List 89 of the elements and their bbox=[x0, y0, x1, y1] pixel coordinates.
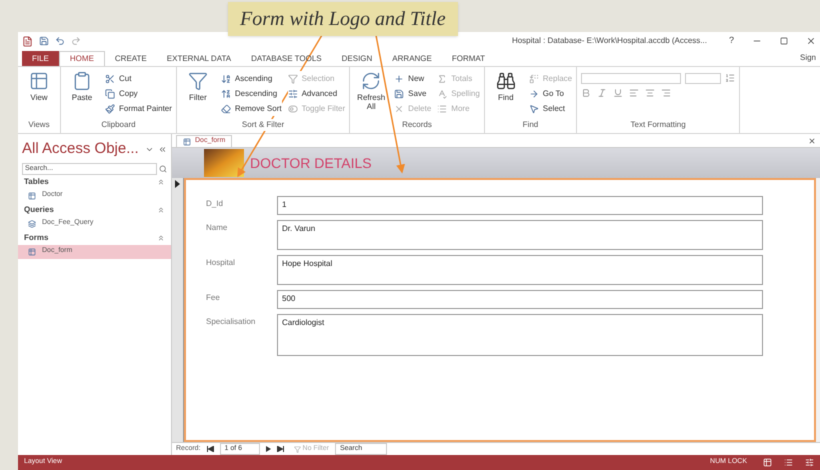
spellcheck-icon bbox=[437, 88, 448, 98]
sliders-icon bbox=[288, 88, 298, 98]
text-field[interactable]: 1 bbox=[277, 196, 763, 215]
binoculars-icon bbox=[496, 71, 516, 91]
list-icon[interactable] bbox=[725, 73, 736, 83]
group-header[interactable]: Queries bbox=[24, 204, 54, 216]
first-record-icon[interactable] bbox=[206, 446, 214, 452]
field-label: Specialisation bbox=[206, 316, 256, 328]
ribbon-tab[interactable]: FILE bbox=[22, 51, 59, 66]
callout-label: Form with Logo and Title bbox=[228, 2, 458, 36]
list-icon bbox=[437, 104, 448, 114]
underline-icon[interactable] bbox=[613, 88, 624, 98]
undo-icon[interactable] bbox=[55, 36, 65, 46]
funnel-icon bbox=[288, 74, 298, 84]
close-icon bbox=[394, 104, 404, 114]
ribbon-tab[interactable]: ARRANGE bbox=[382, 51, 442, 66]
field-label: Name bbox=[206, 222, 228, 234]
paintbrush-icon bbox=[105, 104, 115, 114]
sort-ascending-icon bbox=[220, 74, 231, 84]
maximize-icon[interactable] bbox=[780, 37, 788, 45]
text-field[interactable]: 500 bbox=[277, 290, 763, 309]
eraser-icon bbox=[220, 104, 231, 114]
scissors-icon bbox=[105, 74, 115, 84]
text-field[interactable]: Hope Hospital bbox=[277, 255, 763, 285]
ribbon-tab[interactable]: CREATE bbox=[104, 51, 157, 66]
query-icon bbox=[28, 220, 36, 228]
record-pointer-icon bbox=[175, 180, 180, 188]
form-title: DOCTOR DETAILS bbox=[250, 154, 372, 172]
ribbon-large-button[interactable]: Paste bbox=[65, 71, 99, 119]
form-view-icon[interactable] bbox=[763, 458, 772, 467]
arrow-icon bbox=[528, 88, 539, 98]
search-icon bbox=[159, 164, 167, 172]
sigma-icon bbox=[437, 74, 448, 84]
align-right-icon[interactable] bbox=[661, 88, 672, 98]
text-field[interactable]: Dr. Varun bbox=[277, 220, 763, 250]
collapse-icon[interactable] bbox=[157, 234, 165, 242]
ribbon-small-button[interactable]: Remove Sort bbox=[220, 101, 282, 116]
funnel-icon bbox=[294, 446, 301, 452]
clipboard-icon bbox=[72, 71, 92, 91]
field-label: Hospital bbox=[206, 257, 236, 269]
save-icon[interactable] bbox=[39, 36, 49, 46]
ribbon-large-button[interactable]: Find bbox=[488, 71, 523, 119]
sign-in-link[interactable]: Sign bbox=[800, 52, 816, 66]
close-icon[interactable] bbox=[808, 137, 816, 145]
layout-view-icon[interactable] bbox=[784, 458, 793, 467]
collapse-icon[interactable] bbox=[158, 144, 167, 154]
group-header[interactable]: Forms bbox=[24, 232, 48, 244]
sort-descending-icon bbox=[220, 88, 231, 98]
help-button[interactable]: ? bbox=[728, 34, 734, 48]
ribbon-large-button[interactable]: Refresh All bbox=[354, 71, 388, 119]
text-field[interactable]: Cardiologist bbox=[277, 314, 763, 356]
save-icon bbox=[394, 88, 404, 98]
copy-icon bbox=[105, 88, 115, 98]
align-center-icon[interactable] bbox=[645, 88, 656, 98]
pointer-icon bbox=[528, 104, 539, 114]
ribbon-tab[interactable]: DESIGN bbox=[332, 51, 382, 66]
field-label: Fee bbox=[206, 292, 221, 304]
collapse-icon[interactable] bbox=[157, 206, 165, 214]
table-icon bbox=[29, 71, 49, 91]
group-label: Text Formatting bbox=[630, 119, 686, 131]
collapse-icon[interactable] bbox=[157, 178, 165, 186]
plus-icon bbox=[394, 74, 404, 84]
last-record-icon[interactable] bbox=[276, 446, 284, 452]
bold-icon[interactable] bbox=[581, 88, 592, 98]
ribbon-tab[interactable]: FORMAT bbox=[442, 51, 496, 66]
align-left-icon[interactable] bbox=[629, 88, 640, 98]
close-icon[interactable] bbox=[806, 36, 816, 46]
table-icon bbox=[28, 192, 36, 200]
funnel-icon bbox=[188, 71, 208, 91]
form-icon bbox=[28, 248, 36, 256]
refresh-icon bbox=[361, 71, 382, 91]
design-view-icon[interactable] bbox=[805, 458, 814, 467]
app-icon bbox=[22, 36, 33, 46]
group-header[interactable]: Tables bbox=[24, 176, 49, 188]
group-label: Sort & Filter bbox=[242, 119, 284, 131]
form-icon bbox=[183, 138, 191, 146]
italic-icon[interactable] bbox=[597, 88, 608, 98]
ribbon-tab[interactable]: EXTERNAL DATA bbox=[156, 51, 242, 66]
window-title: Hospital : Database- E:\Work\Hospital.accdb (Access... bbox=[512, 35, 707, 47]
group-label: Clipboard bbox=[101, 119, 136, 131]
ribbon-large-button[interactable]: View bbox=[22, 71, 56, 119]
logo-image bbox=[204, 149, 244, 177]
ribbon-small-button[interactable]: Format Painter bbox=[105, 101, 172, 116]
ribbon-tab[interactable]: HOME bbox=[58, 51, 105, 66]
pane-title: All Access Obje... bbox=[22, 139, 139, 159]
next-record-icon[interactable] bbox=[266, 446, 271, 452]
toggle-icon bbox=[288, 104, 298, 114]
ribbon-large-button[interactable]: Filter bbox=[180, 71, 215, 119]
field-label: D_Id bbox=[206, 198, 224, 210]
